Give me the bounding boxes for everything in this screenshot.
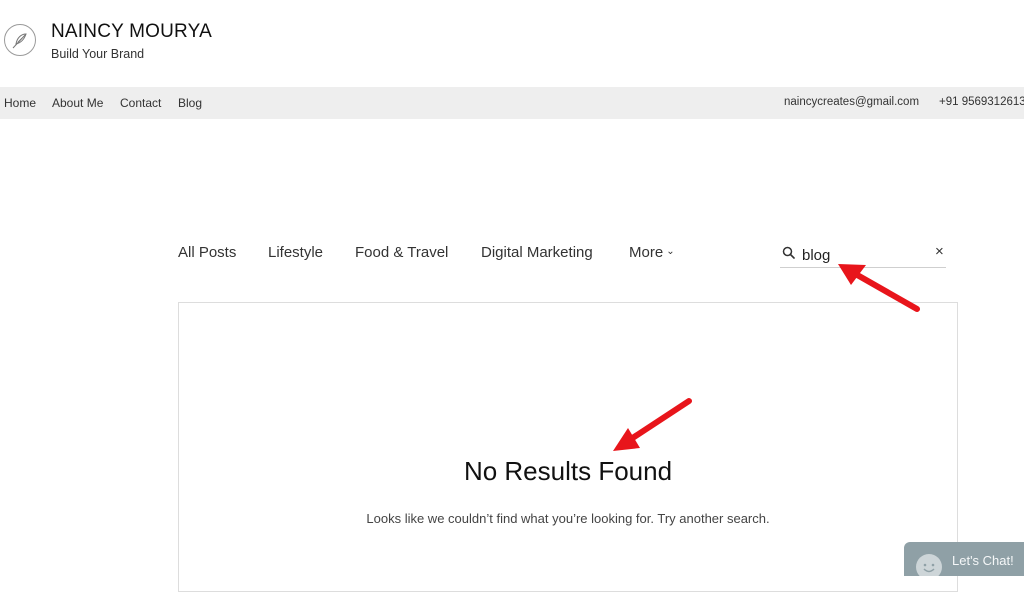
no-results-message: Looks like we couldn’t find what you’re … [366, 511, 770, 526]
nav-item-contact[interactable]: Contact [120, 96, 161, 110]
category-lifestyle[interactable]: Lifestyle [268, 244, 323, 261]
search-input[interactable] [802, 244, 922, 266]
nav-item-blog[interactable]: Blog [178, 96, 202, 110]
smiley-icon [916, 554, 942, 576]
site-navbar: Home About Me Contact Blog naincycreates… [0, 87, 1024, 119]
category-digital-marketing[interactable]: Digital Marketing [481, 244, 593, 261]
chat-widget[interactable]: Let's Chat! [904, 542, 1024, 576]
close-icon[interactable]: × [935, 243, 944, 260]
contact-email[interactable]: naincycreates@gmail.com [784, 96, 919, 108]
chat-label: Let's Chat! [952, 553, 1014, 568]
category-all-posts[interactable]: All Posts [178, 244, 236, 261]
category-food-travel[interactable]: Food & Travel [355, 244, 448, 261]
brand-logo[interactable] [4, 24, 36, 56]
no-results-title: No Results Found [463, 456, 673, 486]
brand-tagline: Build Your Brand [51, 47, 145, 61]
brand-name[interactable]: NAINCY MOURYA [51, 21, 212, 43]
nav-item-home[interactable]: Home [4, 96, 36, 110]
chevron-down-icon: ⌄ [666, 246, 675, 257]
nav-item-about-me[interactable]: About Me [52, 96, 103, 110]
contact-phone[interactable]: +91 9569312613 [939, 96, 1024, 108]
feather-logo-icon [12, 33, 27, 49]
search-results-panel: No Results Found Looks like we couldn’t … [178, 302, 958, 592]
category-more-label: More [629, 244, 664, 261]
blog-search: × [780, 240, 946, 268]
search-icon [782, 246, 795, 259]
category-more[interactable]: More ⌄ [629, 244, 675, 261]
